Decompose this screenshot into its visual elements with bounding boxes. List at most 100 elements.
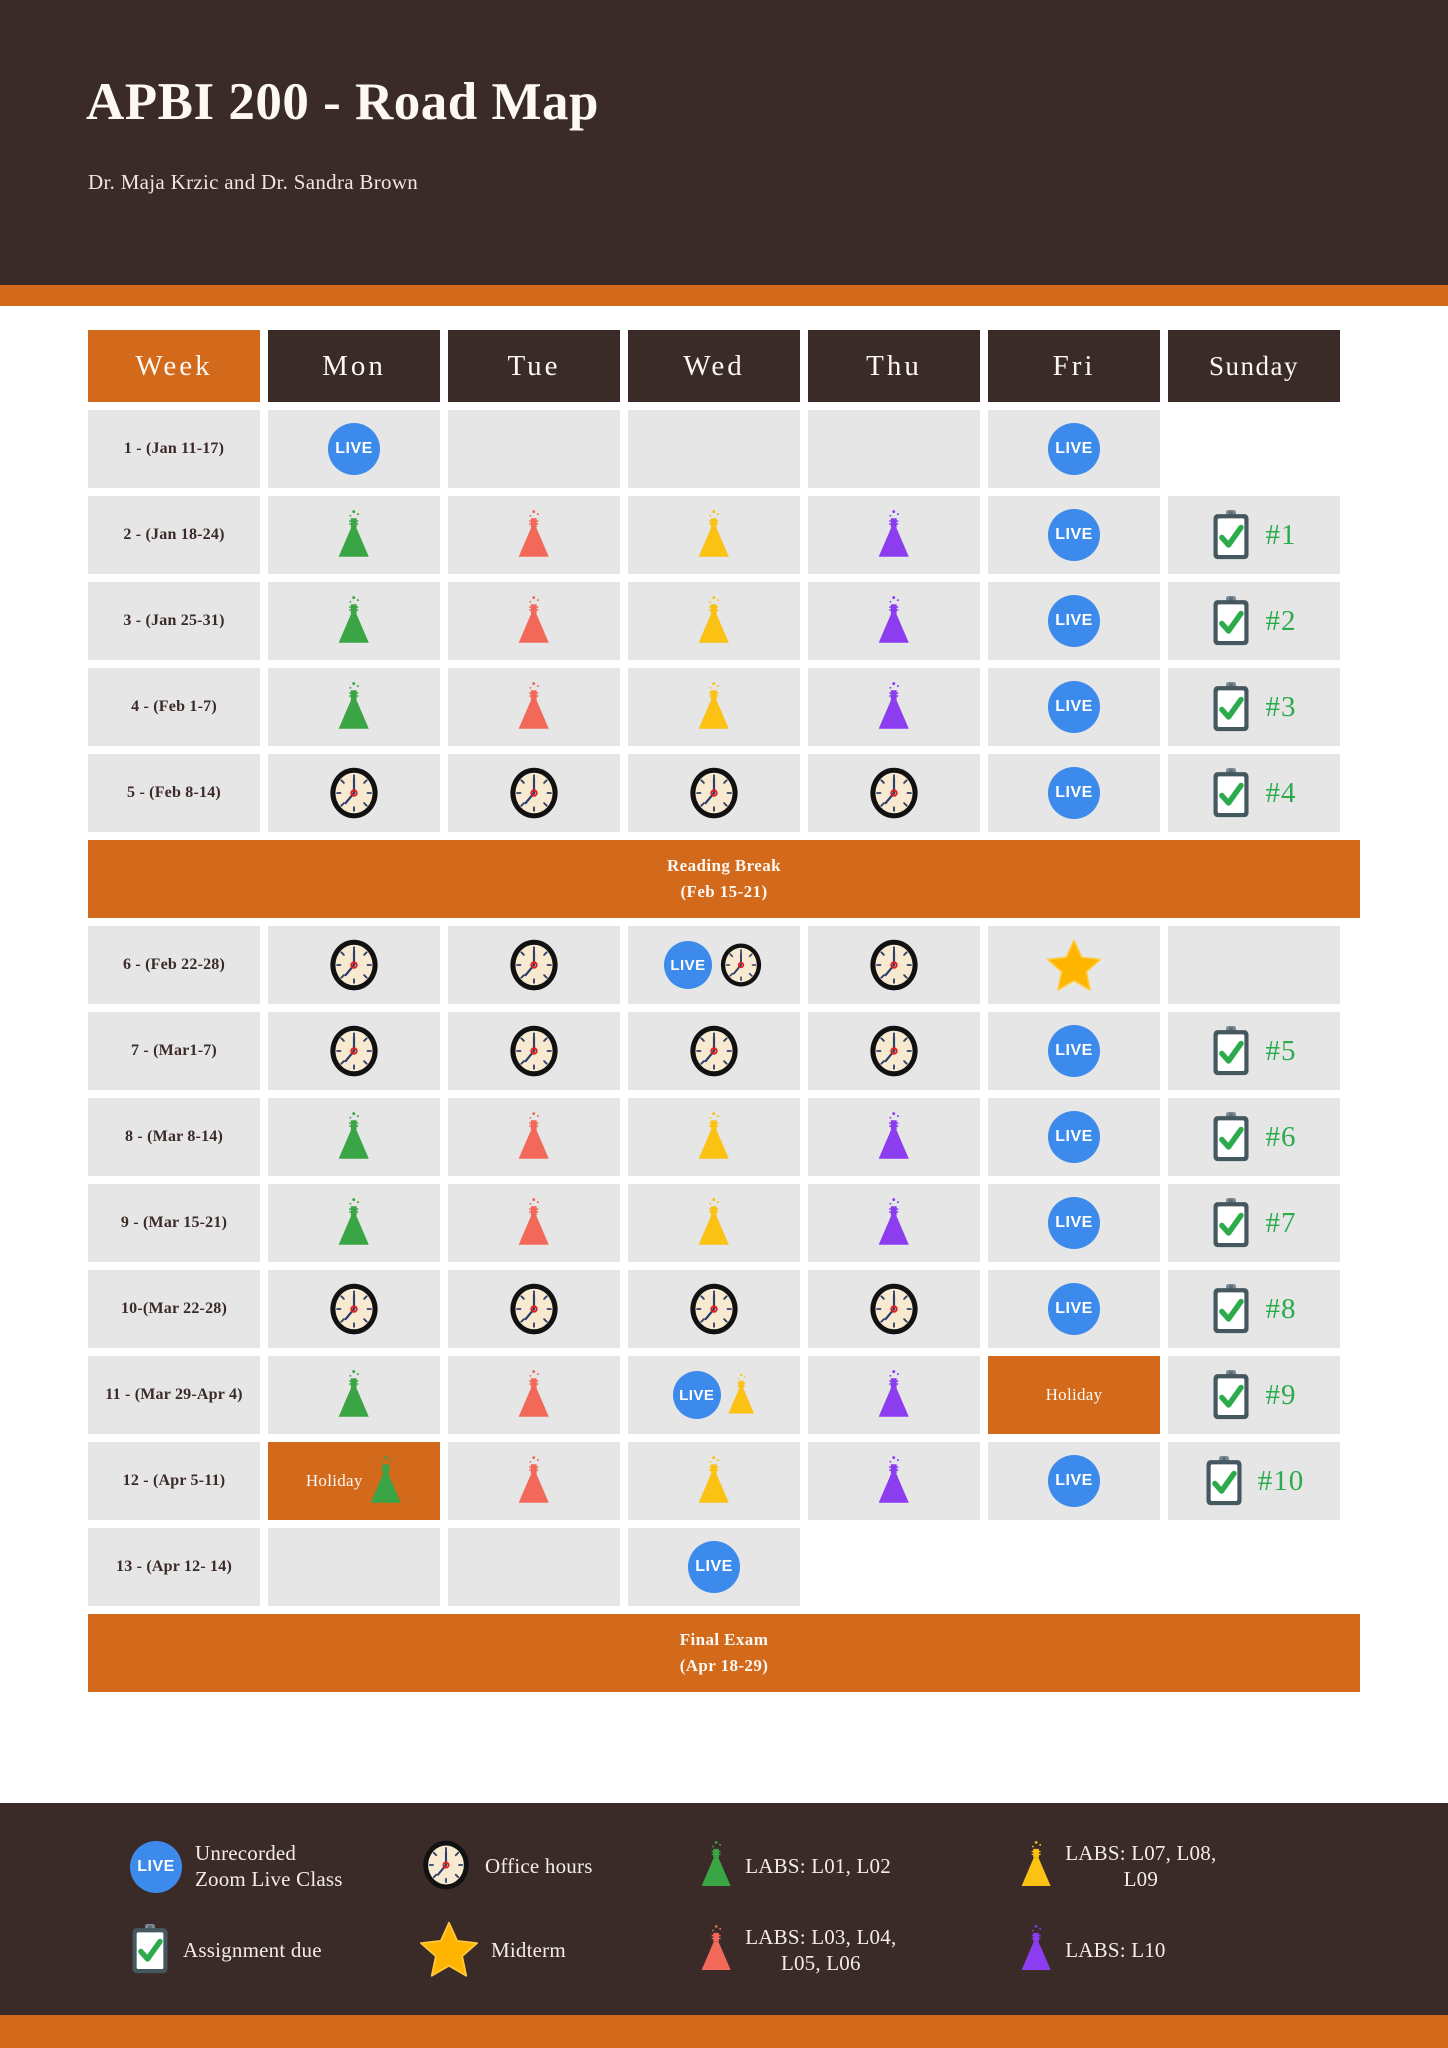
schedule-cell[interactable] [988,926,1160,1004]
flask-red-icon [700,1923,732,1980]
schedule-cell[interactable]: LIVE [268,410,440,488]
schedule-cell[interactable] [808,1012,980,1090]
schedule-cell[interactable]: LIVE [628,926,800,1004]
schedule-cell[interactable] [268,1098,440,1176]
schedule-cell[interactable]: LIVE [628,1356,800,1434]
schedule-cell[interactable] [448,1270,620,1348]
schedule-cell[interactable] [448,1356,620,1434]
live-class-badge[interactable]: LIVE [1048,1197,1100,1249]
schedule-cell[interactable] [808,754,980,832]
schedule-cell[interactable] [448,582,620,660]
schedule-cell[interactable]: LIVE [988,1270,1160,1348]
schedule-cell[interactable] [808,582,980,660]
schedule-cell[interactable] [268,754,440,832]
live-class-badge[interactable]: LIVE [664,941,712,989]
schedule-cell[interactable]: LIVE [988,1184,1160,1262]
assignment-number: #8 [1265,1292,1297,1325]
assignment-due-cell[interactable]: #6 [1168,1098,1340,1176]
holiday-cell[interactable]: Holiday [268,1442,440,1520]
schedule-cell[interactable] [628,1442,800,1520]
assignment-due-cell[interactable]: #9 [1168,1356,1340,1434]
schedule-cell[interactable]: LIVE [628,1528,800,1606]
schedule-cell[interactable]: LIVE [988,582,1160,660]
schedule-cell[interactable] [268,496,440,574]
schedule-cell[interactable]: LIVE [988,754,1160,832]
assignment-due-cell[interactable]: #10 [1168,1442,1340,1520]
week-label-cell: 11 - (Mar 29-Apr 4) [88,1356,260,1434]
flask-purple-icon [1020,1923,1052,1980]
schedule-cell[interactable] [268,1356,440,1434]
flask-icon [338,510,370,557]
flask-icon [518,682,550,729]
assignment-due-cell[interactable]: #4 [1168,754,1340,832]
live-class-badge[interactable]: LIVE [1048,767,1100,819]
schedule-cell[interactable] [808,1356,980,1434]
schedule-cell[interactable] [268,582,440,660]
flask-icon [698,682,730,729]
schedule-cell[interactable]: LIVE [988,1442,1160,1520]
schedule-cell[interactable] [808,668,980,746]
schedule-cell[interactable] [268,926,440,1004]
schedule-cell[interactable] [628,754,800,832]
reading-break-banner: Reading Break (Feb 15-21) [88,840,1360,918]
schedule-cell[interactable] [448,926,620,1004]
schedule-cell[interactable] [448,754,620,832]
schedule-cell[interactable] [808,1442,980,1520]
assignment-due-cell[interactable]: #3 [1168,668,1340,746]
schedule-cell[interactable] [808,1184,980,1262]
schedule-cell[interactable] [808,496,980,574]
schedule-cell[interactable] [268,668,440,746]
live-class-badge[interactable]: LIVE [688,1541,740,1593]
schedule-cell[interactable] [448,668,620,746]
holiday-cell[interactable]: Holiday [988,1356,1160,1434]
live-class-badge[interactable]: LIVE [1048,595,1100,647]
schedule-cell[interactable] [628,1184,800,1262]
table-row: 9 - (Mar 15-21) LIVE #7 [88,1184,1360,1262]
assignment-number: #10 [1257,1464,1305,1497]
schedule-cell[interactable] [808,926,980,1004]
schedule-cell[interactable] [268,1184,440,1262]
live-class-badge[interactable]: LIVE [1048,509,1100,561]
schedule-cell[interactable]: LIVE [988,410,1160,488]
live-class-badge[interactable]: LIVE [1048,1283,1100,1335]
table-row: 10-(Mar 22-28) LIVE #8 [88,1270,1360,1348]
schedule-cell[interactable] [448,1184,620,1262]
schedule-cell[interactable] [628,1270,800,1348]
assignment-due-cell[interactable]: #2 [1168,582,1340,660]
schedule-cell[interactable]: LIVE [988,496,1160,574]
table-row: 12 - (Apr 5-11) Holiday LIVE #10 [88,1442,1360,1520]
week-label-cell: 13 - (Apr 12- 14) [88,1528,260,1606]
schedule-cell[interactable]: LIVE [988,1098,1160,1176]
schedule-cell[interactable]: LIVE [988,1012,1160,1090]
flask-icon [878,682,910,729]
schedule-cell[interactable] [628,1012,800,1090]
schedule-cell[interactable] [808,1270,980,1348]
schedule-cell[interactable] [268,1270,440,1348]
assignment-due-cell[interactable]: #7 [1168,1184,1340,1262]
assignment-due-cell[interactable]: #8 [1168,1270,1340,1348]
schedule-cell[interactable] [628,1098,800,1176]
live-class-badge[interactable]: LIVE [1048,423,1100,475]
assignment-due-cell[interactable]: #1 [1168,496,1340,574]
schedule-cell[interactable] [448,1098,620,1176]
schedule-cell[interactable] [448,1442,620,1520]
flask-icon [338,682,370,729]
schedule-cell[interactable] [628,582,800,660]
schedule-cell[interactable] [628,496,800,574]
live-class-badge[interactable]: LIVE [328,423,380,475]
live-class-badge[interactable]: LIVE [1048,1025,1100,1077]
live-class-badge[interactable]: LIVE [1048,1111,1100,1163]
assignment-number: #4 [1265,776,1297,809]
flask-icon [1021,1840,1051,1886]
schedule-cell[interactable] [448,1012,620,1090]
live-class-badge[interactable]: LIVE [130,1841,182,1893]
schedule-cell[interactable] [628,668,800,746]
live-class-badge[interactable]: LIVE [1048,1455,1100,1507]
assignment-due-cell[interactable]: #5 [1168,1012,1340,1090]
schedule-cell[interactable] [268,1012,440,1090]
schedule-cell[interactable] [808,1098,980,1176]
schedule-cell[interactable]: LIVE [988,668,1160,746]
live-class-badge[interactable]: LIVE [672,1371,721,1419]
live-class-badge[interactable]: LIVE [1048,681,1100,733]
schedule-cell[interactable] [448,496,620,574]
